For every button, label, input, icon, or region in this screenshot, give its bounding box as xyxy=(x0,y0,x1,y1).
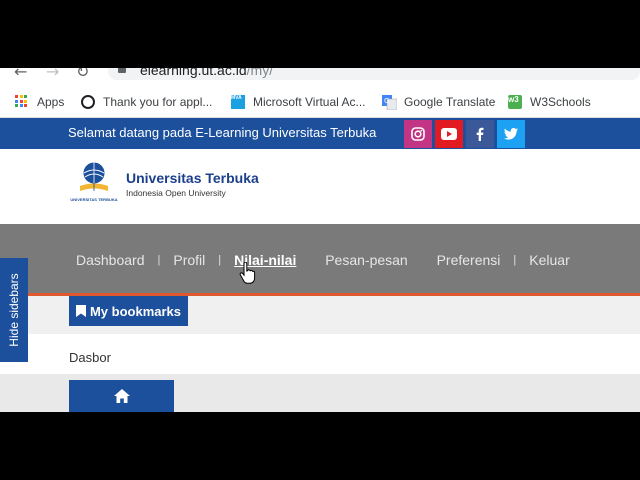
nav-separator: | xyxy=(218,254,222,266)
content-area xyxy=(0,374,640,412)
url-text: elearning.ut.ac.id/my/ xyxy=(140,68,274,78)
nav-item-profil[interactable]: Profil xyxy=(173,252,205,268)
bookmark-apps[interactable]: Apps xyxy=(15,92,64,112)
bookmark-microsoft-virtual-academy[interactable]: MVA Microsoft Virtual Ac... xyxy=(231,92,365,112)
university-name[interactable]: Universitas Terbuka xyxy=(126,170,259,186)
browser-window: ← → ↻ elearning.ut.ac.id/my/ Apps Thank … xyxy=(0,68,640,412)
forward-icon[interactable]: → xyxy=(46,68,59,81)
bookmarks-bar: Apps Thank you for appl... MVA Microsoft… xyxy=(0,86,640,118)
breadcrumb: Dasbor xyxy=(0,334,640,374)
svg-text:G: G xyxy=(384,97,389,105)
youtube-icon[interactable] xyxy=(435,120,463,148)
mva-icon: MVA xyxy=(231,95,245,109)
address-bar: ← → ↻ elearning.ut.ac.id/my/ xyxy=(0,68,640,84)
nav-item-dashboard[interactable]: Dashboard xyxy=(76,252,145,268)
nav-item-keluar[interactable]: Keluar xyxy=(529,252,569,268)
bookmark-label: Google Translate xyxy=(404,95,496,109)
nav-separator: | xyxy=(513,254,517,266)
instagram-icon[interactable] xyxy=(404,120,432,148)
url-field[interactable]: elearning.ut.ac.id/my/ xyxy=(108,68,640,80)
hide-sidebars-tab[interactable]: Hide sidebars xyxy=(0,258,28,362)
bookmarks-row: My bookmarks xyxy=(0,296,640,334)
bookmark-label: Microsoft Virtual Ac... xyxy=(253,95,366,109)
hand-cursor-icon xyxy=(239,262,256,284)
lock-icon xyxy=(118,68,126,73)
main-nav: Dashboard | Profil | Nilai-nilai | Pesan… xyxy=(0,224,640,296)
nav-item-pesan-pesan[interactable]: Pesan-pesan xyxy=(325,252,408,268)
nav-separator: | xyxy=(157,254,161,266)
bookmark-label: Apps xyxy=(37,95,65,109)
w3schools-icon: w3 xyxy=(508,95,522,109)
university-subtitle: Indonesia Open University xyxy=(126,188,226,198)
back-icon[interactable]: ← xyxy=(14,68,27,81)
hide-sidebars-label: Hide sidebars xyxy=(7,273,21,347)
breadcrumb-dasbor[interactable]: Dasbor xyxy=(69,350,111,365)
bookmark-label: Thank you for appl... xyxy=(103,95,213,109)
facebook-icon[interactable] xyxy=(466,120,494,148)
bookmark-thank-you[interactable]: Thank you for appl... xyxy=(81,92,212,112)
home-icon xyxy=(113,389,130,403)
logo-small-text: UNIVERSITAS TERBUKA xyxy=(70,197,118,202)
apps-grid-icon xyxy=(15,95,29,109)
bookmark-icon xyxy=(75,305,86,317)
nav-menu: Dashboard | Profil | Nilai-nilai | Pesan… xyxy=(76,252,570,268)
bookmark-google-translate[interactable]: G Google Translate xyxy=(382,92,495,112)
nav-item-preferensi[interactable]: Preferensi xyxy=(437,252,501,268)
reload-icon[interactable]: ↻ xyxy=(76,68,89,81)
site-top-bar: Selamat datang pada E-Learning Universit… xyxy=(0,118,640,149)
home-button[interactable] xyxy=(69,380,174,412)
bookmark-w3schools[interactable]: w3 W3Schools xyxy=(508,92,591,112)
ring-icon xyxy=(81,95,95,109)
my-bookmarks-label: My bookmarks xyxy=(89,303,182,319)
twitter-icon[interactable] xyxy=(497,120,525,148)
bookmark-label: W3Schools xyxy=(530,95,591,109)
my-bookmarks-button[interactable]: My bookmarks xyxy=(69,296,188,326)
google-translate-icon: G xyxy=(382,95,398,111)
site-header: UNIVERSITAS TERBUKA Universitas Terbuka … xyxy=(0,149,640,224)
welcome-text: Selamat datang pada E-Learning Universit… xyxy=(68,125,377,140)
